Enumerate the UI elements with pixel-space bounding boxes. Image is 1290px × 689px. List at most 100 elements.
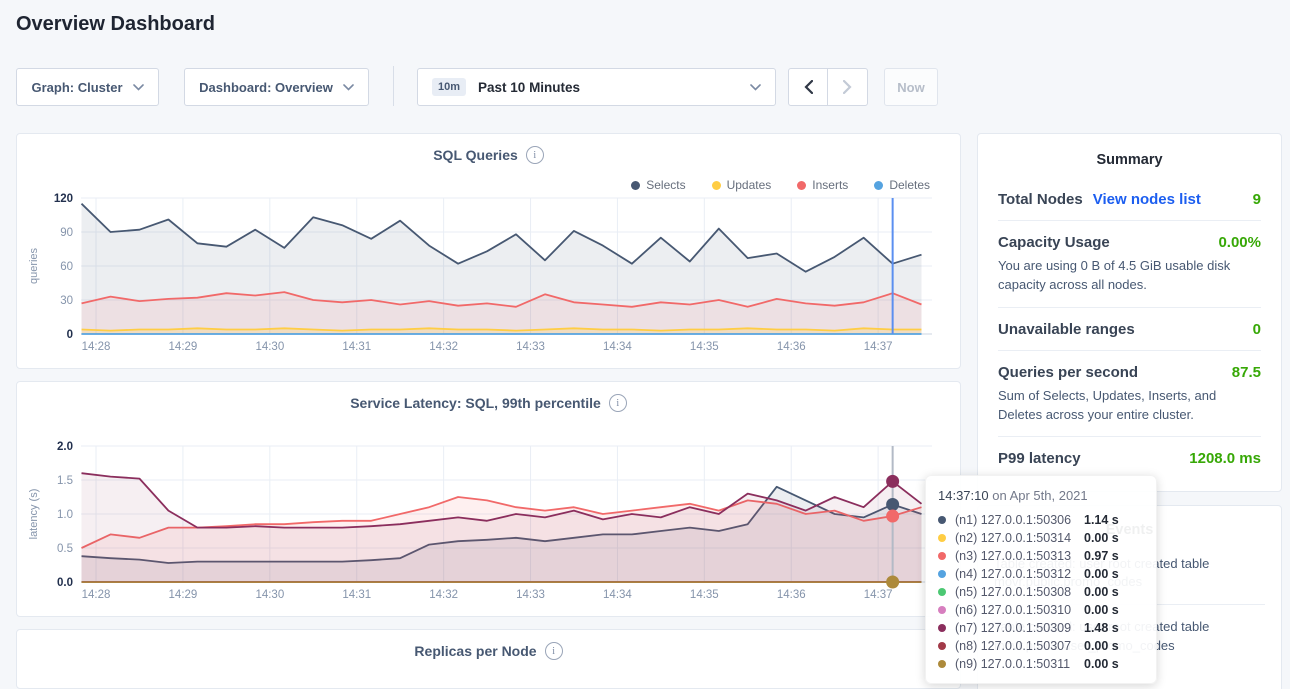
summary-panel: Summary Total NodesView nodes list9Capac… <box>977 133 1282 492</box>
legend-dot <box>874 181 883 190</box>
tooltip-node-label: (n5) 127.0.0.1:50308 <box>955 585 1084 599</box>
info-icon[interactable] <box>609 394 627 412</box>
series-dot-icon <box>938 534 946 542</box>
summary-label: Unavailable ranges <box>998 321 1135 338</box>
svg-text:14:32: 14:32 <box>429 341 458 353</box>
series-dot-icon <box>938 660 946 668</box>
tooltip-node-value: 0.00 s <box>1084 567 1119 581</box>
svg-text:14:37: 14:37 <box>864 341 893 353</box>
time-range-badge: 10m <box>432 78 466 96</box>
legend-item-deletes[interactable]: Deletes <box>874 178 930 192</box>
svg-text:60: 60 <box>60 261 73 273</box>
tooltip-row: (n2) 127.0.0.1:503140.00 s <box>938 529 1144 547</box>
summary-value: 87.5 <box>1232 364 1261 381</box>
tooltip-row: (n1) 127.0.0.1:503061.14 s <box>938 511 1144 529</box>
tooltip-node-label: (n8) 127.0.0.1:50307 <box>955 639 1084 653</box>
legend-item-updates[interactable]: Updates <box>712 178 772 192</box>
tooltip-node-label: (n6) 127.0.0.1:50310 <box>955 603 1084 617</box>
legend-label: Deletes <box>889 178 930 192</box>
sql-queries-panel: SQL Queries Selects Updates Inserts Deletes… <box>16 133 961 369</box>
summary-row: Total NodesView nodes list9 <box>998 178 1261 220</box>
svg-text:14:29: 14:29 <box>169 589 198 601</box>
tooltip-node-value: 1.14 s <box>1084 513 1119 527</box>
tooltip-row: (n9) 127.0.0.1:503110.00 s <box>938 655 1144 673</box>
legend-item-selects[interactable]: Selects <box>631 178 685 192</box>
series-dot-icon <box>938 606 946 614</box>
time-range-label: Past 10 Minutes <box>478 80 738 95</box>
series-dot-icon <box>938 624 946 632</box>
info-icon[interactable] <box>545 642 563 660</box>
tooltip-node-label: (n1) 127.0.0.1:50306 <box>955 513 1084 527</box>
chevron-right-icon <box>843 80 852 94</box>
svg-text:14:28: 14:28 <box>82 589 111 601</box>
summary-label: Queries per second <box>998 364 1138 381</box>
svg-text:0.5: 0.5 <box>57 543 73 555</box>
replicas-per-node-panel: Replicas per Node <box>16 629 961 689</box>
legend-label: Inserts <box>812 178 848 192</box>
svg-text:14:29: 14:29 <box>169 341 198 353</box>
tooltip-node-label: (n7) 127.0.0.1:50309 <box>955 621 1084 635</box>
tooltip-row: (n3) 127.0.0.1:503130.97 s <box>938 547 1144 565</box>
time-range-dropdown[interactable]: 10m Past 10 Minutes <box>417 68 776 106</box>
view-nodes-list-link[interactable]: View nodes list <box>1093 191 1243 208</box>
svg-text:14:34: 14:34 <box>603 589 632 601</box>
sql-queries-chart[interactable]: 14:2814:2914:3014:3114:3214:3314:3414:35… <box>25 192 946 364</box>
info-icon[interactable] <box>526 146 544 164</box>
svg-text:queries: queries <box>28 247 40 284</box>
tooltip-node-label: (n9) 127.0.0.1:50311 <box>955 657 1084 671</box>
summary-value: 0 <box>1253 321 1261 338</box>
tooltip-node-value: 0.97 s <box>1084 549 1119 563</box>
sql-queries-title: SQL Queries <box>433 147 518 163</box>
summary-label: Total Nodes <box>998 191 1083 208</box>
service-latency-panel: Service Latency: SQL, 99th percentile 14… <box>16 381 961 617</box>
svg-text:14:36: 14:36 <box>777 341 806 353</box>
tooltip-node-value: 0.00 s <box>1084 657 1119 671</box>
summary-row: Queries per second 87.5 Sum of Selects, Up… <box>998 350 1261 437</box>
summary-description: You are using 0 B of 4.5 GiB usable disk… <box>998 257 1261 295</box>
prev-time-button[interactable] <box>788 68 828 106</box>
summary-description: Sum of Selects, Updates, Inserts, and De… <box>998 387 1261 425</box>
series-dot-icon <box>938 516 946 524</box>
svg-text:1.0: 1.0 <box>57 509 73 521</box>
tooltip-timestamp: 14:37:10 on Apr 5th, 2021 <box>938 488 1144 503</box>
legend-item-inserts[interactable]: Inserts <box>797 178 848 192</box>
svg-text:2.0: 2.0 <box>57 441 73 453</box>
legend-label: Selects <box>646 178 685 192</box>
summary-value: 1208.0 ms <box>1189 450 1261 467</box>
now-button[interactable]: Now <box>884 68 938 106</box>
svg-text:14:31: 14:31 <box>342 589 371 601</box>
svg-text:14:35: 14:35 <box>690 589 719 601</box>
tooltip-node-value: 1.48 s <box>1084 621 1119 635</box>
series-dot-icon <box>938 552 946 560</box>
tooltip-row: (n8) 127.0.0.1:503070.00 s <box>938 637 1144 655</box>
next-time-button[interactable] <box>827 68 868 106</box>
tooltip-node-value: 0.00 s <box>1084 639 1119 653</box>
tooltip-node-label: (n4) 127.0.0.1:50312 <box>955 567 1084 581</box>
tooltip-row: (n7) 127.0.0.1:503091.48 s <box>938 619 1144 637</box>
service-latency-chart[interactable]: 14:2814:2914:3014:3114:3214:3314:3414:35… <box>25 440 946 612</box>
tooltip-row: (n5) 127.0.0.1:503080.00 s <box>938 583 1144 601</box>
sql-legend: Selects Updates Inserts Deletes <box>631 178 930 192</box>
dashboard-dropdown-label: Dashboard: Overview <box>199 80 333 95</box>
chevron-left-icon <box>804 80 813 94</box>
controls-divider <box>393 66 394 106</box>
svg-text:14:31: 14:31 <box>342 341 371 353</box>
dashboard-dropdown[interactable]: Dashboard: Overview <box>184 68 369 106</box>
legend-dot <box>797 181 806 190</box>
legend-dot <box>631 181 640 190</box>
svg-text:14:28: 14:28 <box>82 341 111 353</box>
series-dot-icon <box>938 570 946 578</box>
svg-text:120: 120 <box>54 193 73 205</box>
page-title: Overview Dashboard <box>16 13 215 36</box>
svg-text:14:36: 14:36 <box>777 589 806 601</box>
svg-text:14:32: 14:32 <box>429 589 458 601</box>
tooltip-node-value: 0.00 s <box>1084 603 1119 617</box>
summary-row: P99 latency1208.0 ms <box>998 436 1261 479</box>
svg-text:0.0: 0.0 <box>57 577 73 589</box>
tooltip-node-label: (n2) 127.0.0.1:50314 <box>955 531 1084 545</box>
svg-text:14:33: 14:33 <box>516 341 545 353</box>
graph-dropdown[interactable]: Graph: Cluster <box>16 68 159 106</box>
series-dot-icon <box>938 588 946 596</box>
service-latency-title: Service Latency: SQL, 99th percentile <box>350 395 601 411</box>
overview-dashboard-page: Overview Dashboard Graph: Cluster Dashbo… <box>0 0 1290 689</box>
